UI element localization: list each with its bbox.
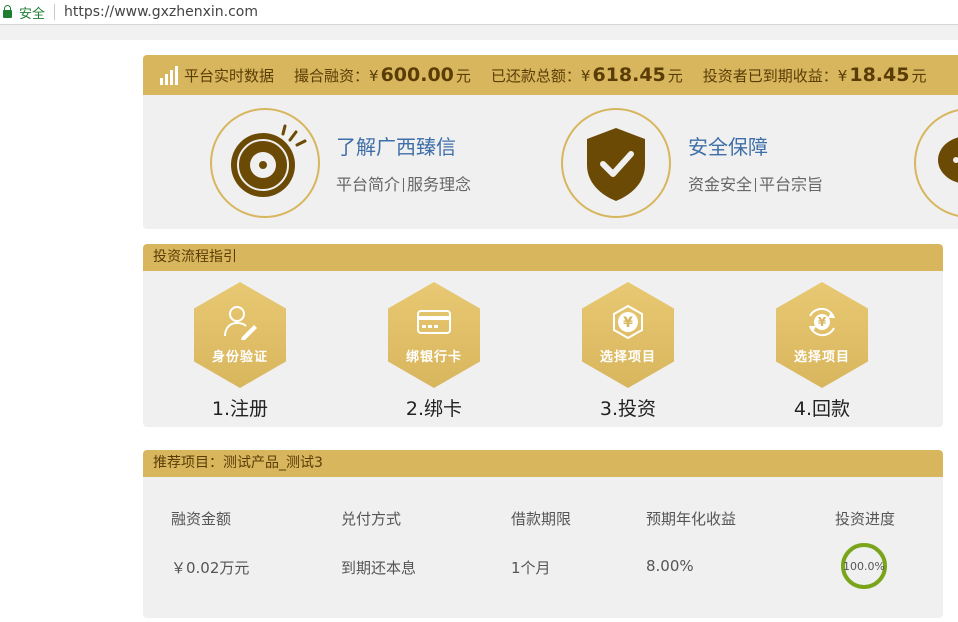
- address-divider: [54, 4, 56, 20]
- stat-earnings: 投资者已到期收益：¥ 18.45 元: [702, 64, 927, 86]
- hex-label: 选择项目: [793, 350, 850, 365]
- bar-chart-icon: [160, 65, 178, 85]
- recommend-panel: 推荐项目：测试产品_测试3 融资金额 兑付方式 借款期限 预期年化收益 投资进度…: [143, 450, 943, 618]
- payment-value: 到期还本息: [341, 559, 417, 577]
- service-link[interactable]: 服务理念: [407, 175, 471, 194]
- process-title: 投资流程指引: [143, 244, 943, 271]
- shield-check-icon: [587, 128, 645, 201]
- toolbar-strip: [0, 24, 958, 40]
- svg-text:¥: ¥: [623, 315, 633, 331]
- amount-value: ￥0.02万元: [171, 559, 250, 577]
- svg-text:¥: ¥: [818, 315, 827, 329]
- step-bind-card[interactable]: 绑银行卡 2.绑卡: [388, 282, 480, 421]
- address-bar[interactable]: 安全 https://www.gxzhenxin.com: [0, 0, 958, 24]
- step-hexagon[interactable]: 绑银行卡: [388, 282, 480, 388]
- url-text[interactable]: https://www.gxzhenxin.com: [64, 4, 258, 20]
- about-links: 平台简介 服务理念: [336, 171, 471, 195]
- step-invest[interactable]: ¥ 选择项目 3.投资: [582, 282, 674, 421]
- step-title: 3.投资: [599, 398, 657, 420]
- about-title[interactable]: 了解广西臻信: [336, 131, 456, 160]
- secure-label: 安全: [19, 6, 46, 22]
- col-amount: 融资金额: [171, 510, 232, 528]
- term-value: 1个月: [511, 559, 551, 577]
- user-edit-icon: [224, 306, 257, 340]
- yield-value: 8.00%: [646, 557, 694, 575]
- step-title: 1.注册: [211, 398, 269, 420]
- hex-label: 绑银行卡: [405, 350, 462, 365]
- col-yield: 预期年化收益: [646, 510, 737, 528]
- step-title: 2.绑卡: [405, 398, 463, 420]
- step-hexagon[interactable]: ¥ 选择项目: [582, 282, 674, 388]
- yen-hex-icon: ¥: [613, 304, 643, 340]
- chat-icon: [938, 137, 958, 183]
- platform-purpose-link[interactable]: 平台宗旨: [759, 175, 823, 194]
- hex-label: 选择项目: [599, 350, 656, 365]
- recommend-title[interactable]: 推荐项目：测试产品_测试3: [143, 450, 943, 477]
- security-circle[interactable]: [561, 108, 671, 218]
- intro-link[interactable]: 平台简介: [336, 175, 400, 194]
- step-register[interactable]: 身份验证 1.注册: [194, 282, 286, 421]
- step-title: 4.回款: [793, 398, 851, 420]
- bank-card-icon: [417, 310, 451, 334]
- step-repayment[interactable]: ¥ 选择项目 4.回款: [776, 282, 868, 421]
- stat-financing: 撮合融资：¥ 600.00 元: [294, 64, 471, 86]
- col-term: 借款期限: [511, 510, 572, 528]
- fund-safety-link[interactable]: 资金安全: [688, 175, 752, 194]
- security-title[interactable]: 安全保障: [688, 131, 768, 160]
- partial-circle[interactable]: [914, 108, 958, 218]
- col-payment: 兑付方式: [341, 510, 402, 528]
- col-progress: 投资进度: [835, 510, 896, 528]
- platform-title: 平台实时数据: [184, 66, 275, 85]
- process-panel: 投资流程指引 身份验证 1.注册 绑银行卡 2.绑卡 ¥ 选择项目 3.投资 ¥…: [143, 244, 943, 427]
- platform-stats-bar: 平台实时数据 撮合融资：¥ 600.00 元 已还款总额：¥ 618.45 元 投资者已…: [143, 55, 958, 95]
- about-row: 了解广西臻信 平台简介 服务理念 安全保障 资金安全 平台宗旨: [143, 95, 958, 229]
- security-links: 资金安全 平台宗旨: [688, 171, 823, 195]
- about-circle[interactable]: [210, 108, 320, 218]
- disc-icon: [231, 124, 307, 197]
- step-hexagon[interactable]: 身份验证: [194, 282, 286, 388]
- progress-label: 100.0%: [843, 559, 885, 573]
- lock-icon: [3, 5, 12, 18]
- stat-repaid: 已还款总额：¥ 618.45 元: [490, 64, 683, 86]
- step-hexagon[interactable]: ¥ 选择项目: [776, 282, 868, 388]
- yen-refresh-icon: ¥: [809, 307, 835, 337]
- progress-ring: 100.0%: [841, 543, 887, 589]
- platform-panel: 平台实时数据 撮合融资：¥ 600.00 元 已还款总额：¥ 618.45 元 投资者已…: [143, 55, 958, 229]
- hex-label: 身份验证: [211, 350, 268, 365]
